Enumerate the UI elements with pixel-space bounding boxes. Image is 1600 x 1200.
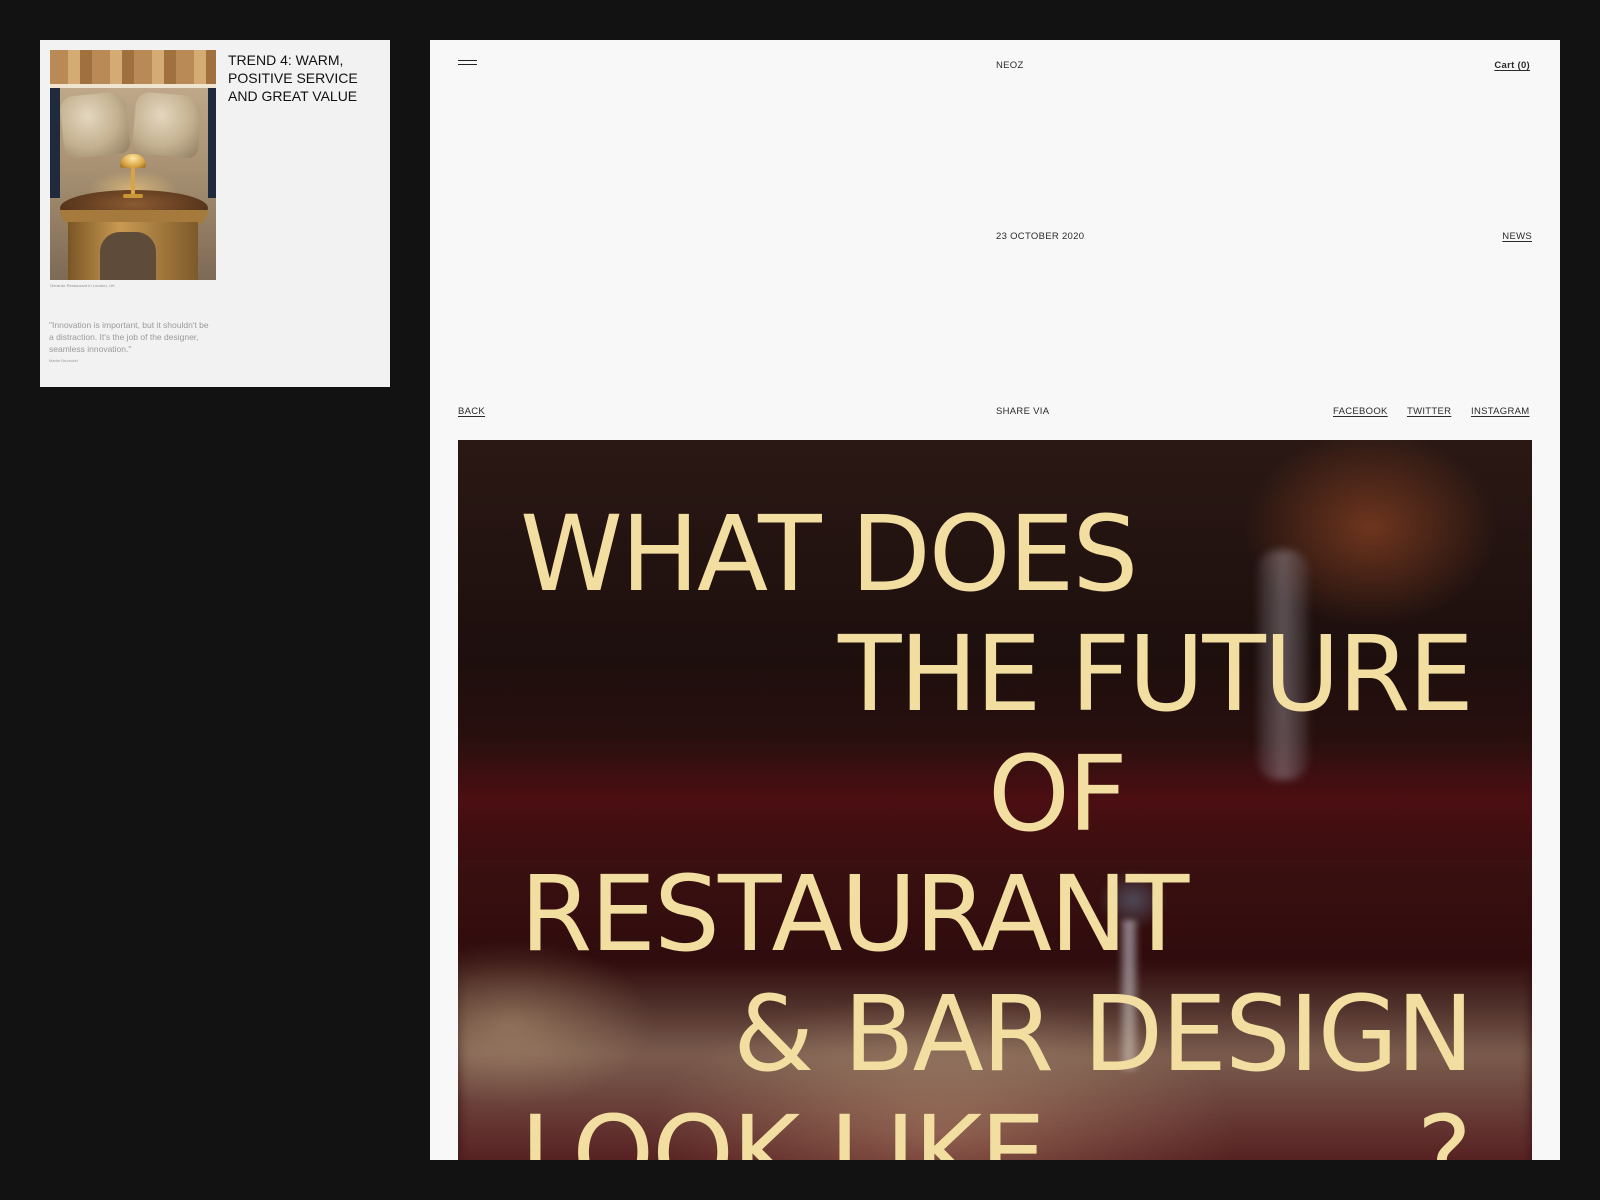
share-label: SHARE VIA bbox=[996, 406, 1050, 417]
preview-quote: "Innovation is important, but it shouldn… bbox=[49, 320, 209, 354]
hamburger-icon[interactable] bbox=[458, 59, 477, 67]
brand-logo[interactable]: NEOZ bbox=[996, 60, 1024, 71]
share-twitter-link[interactable]: TWITTER bbox=[1407, 406, 1451, 417]
cart-link[interactable]: Cart (0) bbox=[1494, 60, 1530, 71]
preview-card[interactable]: Gerardo Restaurant in London, UK TREND 4… bbox=[40, 40, 390, 387]
preview-photo bbox=[50, 50, 216, 280]
share-facebook-link[interactable]: FACEBOOK bbox=[1333, 406, 1388, 417]
headline-line: RESTAURANT bbox=[520, 853, 1189, 975]
category-link-news[interactable]: NEWS bbox=[1502, 231, 1532, 242]
article-page: NEOZ Cart (0) 23 OCTOBER 2020 NEWS BACK … bbox=[430, 40, 1560, 1160]
back-link[interactable]: BACK bbox=[458, 406, 485, 417]
photo-caption: Gerardo Restaurant in London, UK bbox=[50, 283, 116, 288]
headline-line: THE FUTURE bbox=[837, 613, 1474, 735]
article-date: 23 OCTOBER 2020 bbox=[996, 231, 1085, 242]
quote-author: Martin Brudnizki bbox=[49, 358, 78, 363]
share-instagram-link[interactable]: INSTAGRAM bbox=[1471, 406, 1529, 417]
hero-image: WHAT DOES THE FUTURE OF RESTAURANT & BAR… bbox=[458, 440, 1532, 1160]
headline-line: WHAT DOES bbox=[520, 493, 1138, 615]
preview-title[interactable]: TREND 4: WARM, POSITIVE SERVICE AND GREA… bbox=[228, 51, 378, 105]
